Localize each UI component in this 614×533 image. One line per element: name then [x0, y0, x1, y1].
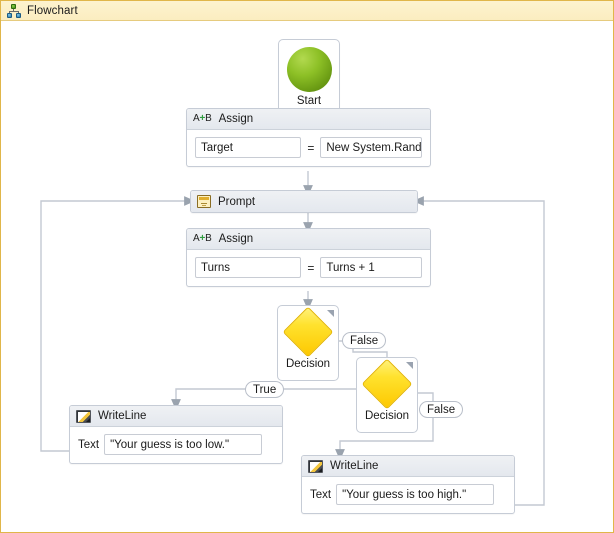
node-body: Target = New System.Randc: [187, 130, 430, 166]
node-assign-turns[interactable]: A+B Assign Turns = Turns + 1: [186, 228, 431, 287]
node-body: Text "Your guess is too low.": [70, 427, 282, 463]
writeline-console-icon: [76, 409, 91, 423]
node-writeline-low[interactable]: WriteLine Text "Your guess is too low.": [69, 405, 283, 464]
collapse-triangle-icon[interactable]: [327, 310, 334, 317]
node-header: A+B Assign: [187, 229, 430, 250]
start-circle-icon: [286, 47, 332, 92]
text-field-input[interactable]: "Your guess is too low.": [104, 434, 263, 455]
prompt-window-icon: [197, 195, 211, 208]
decision-label: Decision: [364, 410, 410, 422]
node-title: Prompt: [218, 195, 256, 208]
node-writeline-high[interactable]: WriteLine Text "Your guess is too high.": [301, 455, 515, 514]
assign-ab-icon: A+B: [193, 113, 212, 124]
node-title: WriteLine: [98, 410, 147, 422]
connector-label-decision2-true: True: [245, 381, 285, 398]
text-field-label: Text: [78, 438, 100, 451]
decision-label: Decision: [285, 358, 331, 370]
node-title: Assign: [218, 113, 254, 125]
node-header: WriteLine: [70, 406, 282, 427]
flowchart-designer-window: Flowchart Start A+B Assign Target = New …: [0, 0, 614, 533]
text-field-label: Text: [310, 488, 332, 501]
connector-label-decision2-false: False: [419, 401, 464, 418]
decision-diamond-icon: [282, 306, 334, 358]
window-title: Flowchart: [27, 4, 78, 17]
node-header: Prompt: [191, 191, 417, 212]
assign-operator: =: [307, 260, 315, 275]
assign-value-field[interactable]: Turns + 1: [320, 257, 422, 278]
start-label: Start: [296, 95, 322, 107]
node-body: Text "Your guess is too high.": [302, 477, 514, 513]
window-titlebar: Flowchart: [1, 1, 613, 21]
decision-diamond-icon: [361, 358, 413, 410]
node-title: WriteLine: [330, 460, 379, 472]
node-title: Assign: [218, 233, 254, 245]
assign-to-field[interactable]: Turns: [195, 257, 302, 278]
node-assign-target[interactable]: A+B Assign Target = New System.Randc: [186, 108, 431, 167]
flowchart-icon: [7, 3, 21, 18]
node-header: A+B Assign: [187, 109, 430, 130]
node-decision-2[interactable]: Decision: [356, 357, 418, 433]
node-header: WriteLine: [302, 456, 514, 477]
node-decision-1[interactable]: Decision: [277, 305, 339, 381]
node-start[interactable]: Start: [278, 39, 340, 115]
assign-to-field[interactable]: Target: [195, 137, 302, 158]
node-prompt[interactable]: Prompt: [190, 190, 418, 213]
writeline-console-icon: [308, 459, 323, 473]
assign-ab-icon: A+B: [193, 233, 212, 244]
assign-operator: =: [307, 140, 315, 155]
connector-label-decision1-false: False: [342, 332, 387, 349]
node-body: Turns = Turns + 1: [187, 250, 430, 286]
flowchart-canvas[interactable]: Start A+B Assign Target = New System.Ran…: [1, 21, 613, 532]
collapse-triangle-icon[interactable]: [406, 362, 413, 369]
assign-value-field[interactable]: New System.Randc: [320, 137, 422, 158]
text-field-input[interactable]: "Your guess is too high.": [336, 484, 495, 505]
